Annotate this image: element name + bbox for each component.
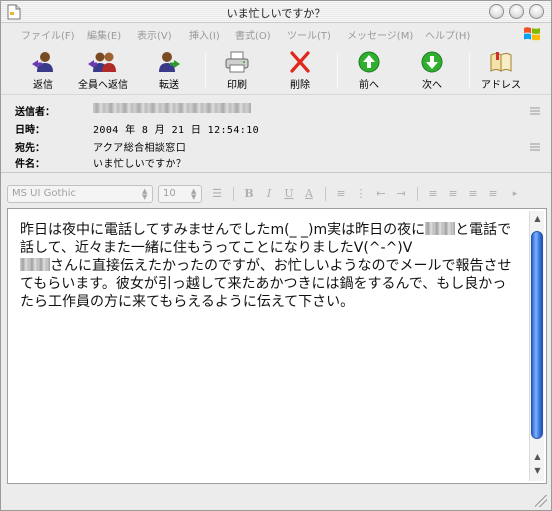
from-value-redacted xyxy=(93,103,251,114)
previous-button[interactable]: 前へ xyxy=(343,51,395,95)
address-label: アドレス xyxy=(481,80,521,91)
underline-icon[interactable]: U xyxy=(281,187,297,201)
mail-window: いま忙しいですか？ ファイル(F) 編集(E) 表示(V) 挿入(I) 書式(O… xyxy=(0,0,552,511)
printer-icon xyxy=(225,51,249,73)
reply-icon xyxy=(32,52,53,72)
reply-all-icon xyxy=(88,52,116,72)
subject-value: いま忙しいですか？ xyxy=(93,159,187,170)
windows-logo-icon xyxy=(524,27,540,41)
forward-label: 転送 xyxy=(159,80,179,91)
toolbar-divider xyxy=(337,53,338,89)
print-label: 印刷 xyxy=(227,80,247,91)
italic-icon[interactable]: I xyxy=(261,187,277,201)
status-bar xyxy=(1,487,551,510)
reply-label: 返信 xyxy=(33,80,53,91)
toolbar-divider xyxy=(205,53,206,89)
date-row: 日時： 2004 年 8 月 21 日 12:54:10 xyxy=(1,121,551,137)
redacted-name xyxy=(20,258,50,271)
format-divider xyxy=(233,187,234,201)
stepper-icon: ▲ ▼ xyxy=(142,187,148,201)
align-right-icon[interactable]: ≡ xyxy=(465,187,481,201)
message-text: 昨日は夜中に電話してすみませんでしたm(_ _)m実は昨日の夜に と電話で話して、… xyxy=(20,221,518,311)
stepper-icon: ▲ ▼ xyxy=(191,187,197,201)
menu-help[interactable]: ヘルプ(H) xyxy=(425,27,470,42)
vertical-scrollbar[interactable]: ▲ ▲ ▼ xyxy=(529,211,544,481)
menu-format[interactable]: 書式(O) xyxy=(235,27,271,42)
menu-file[interactable]: ファイル(F) xyxy=(21,27,75,42)
menu-message[interactable]: メッセージ(M) xyxy=(347,27,413,42)
expand-icon[interactable] xyxy=(529,142,541,152)
to-value: アクア総合相談窓口 xyxy=(93,143,187,154)
scroll-up-arrow-icon[interactable]: ▲ xyxy=(532,213,543,225)
scroll-down-arrow-icon[interactable]: ▼ xyxy=(532,465,543,477)
forward-icon xyxy=(159,52,180,72)
subject-label: 件名： xyxy=(15,159,45,170)
menu-edit[interactable]: 編集(E) xyxy=(87,27,121,42)
reply-button[interactable]: 返信 xyxy=(17,51,69,95)
subject-row: 件名： いま忙しいですか？ xyxy=(1,155,551,171)
close-button[interactable] xyxy=(529,4,544,19)
from-label: 送信者： xyxy=(15,107,55,118)
align-center-icon[interactable]: ≡ xyxy=(445,187,461,201)
toolbar: 返信 全員へ返信 転送 印刷 削除 前へ 次へ アドレス xyxy=(1,45,551,95)
next-label: 次へ xyxy=(422,80,442,91)
scroll-up-arrow-icon[interactable]: ▲ xyxy=(532,451,543,463)
forward-button[interactable]: 転送 xyxy=(143,51,195,95)
font-size-value: 10 xyxy=(163,188,176,199)
bold-icon[interactable]: B xyxy=(241,187,257,201)
title-bar: いま忙しいですか？ xyxy=(1,1,551,23)
toolbar-divider xyxy=(469,53,470,89)
menu-view[interactable]: 表示(V) xyxy=(137,27,172,42)
date-value: 2004 年 8 月 21 日 12:54:10 xyxy=(93,125,260,136)
from-row: 送信者： xyxy=(1,103,551,119)
message-headers: 送信者： 日時： 2004 年 8 月 21 日 12:54:10 宛先： アク… xyxy=(1,97,551,173)
arrow-down-icon xyxy=(421,51,443,73)
scroll-thumb[interactable] xyxy=(531,231,543,439)
address-book-icon xyxy=(490,52,512,72)
menu-tools[interactable]: ツール(T) xyxy=(287,27,331,42)
to-row: 宛先： アクア総合相談窓口 xyxy=(1,139,551,155)
font-select-value: MS UI Gothic xyxy=(12,188,77,199)
more-options-icon[interactable]: ▸ xyxy=(507,187,523,201)
message-body[interactable]: 昨日は夜中に電話してすみませんでしたm(_ _)m実は昨日の夜に と電話で話して、… xyxy=(7,208,547,484)
menu-insert[interactable]: 挿入(I) xyxy=(189,27,220,42)
minimize-button[interactable] xyxy=(489,4,504,19)
previous-label: 前へ xyxy=(359,80,379,91)
increase-indent-icon[interactable]: ⇥ xyxy=(393,187,409,201)
bullet-list-icon[interactable]: ⋮ xyxy=(353,187,369,201)
delete-label: 削除 xyxy=(290,80,310,91)
menu-bar: ファイル(F) 編集(E) 表示(V) 挿入(I) 書式(O) ツール(T) メ… xyxy=(1,23,551,43)
zoom-button[interactable] xyxy=(509,4,524,19)
date-label: 日時： xyxy=(15,125,45,136)
message-part-3: さんに直接伝えたかったのですが、お忙しいようなのでメールで報告させてもらいます。… xyxy=(20,258,512,310)
formatting-bar: MS UI Gothic ▲ ▼ 10 ▲ ▼ ☰ B I U A ≡ ⋮ ⇤ ⇥ … xyxy=(1,183,551,205)
justify-icon[interactable]: ≡ xyxy=(485,187,501,201)
window-title: いま忙しいですか？ xyxy=(226,7,326,20)
format-divider xyxy=(325,187,326,201)
numbered-list-icon[interactable]: ≡ xyxy=(333,187,349,201)
font-size-select[interactable]: 10 ▲ ▼ xyxy=(158,185,202,203)
reply-all-button[interactable]: 全員へ返信 xyxy=(77,51,129,95)
redacted-name xyxy=(425,222,456,235)
decrease-indent-icon[interactable]: ⇤ xyxy=(373,187,389,201)
message-part-1: 昨日は夜中に電話してすみませんでしたm(_ _)m実は昨日の夜に xyxy=(20,222,426,238)
delete-button[interactable]: 削除 xyxy=(274,51,326,95)
resize-grip-icon[interactable] xyxy=(535,495,547,507)
reply-all-label: 全員へ返信 xyxy=(78,80,128,91)
next-button[interactable]: 次へ xyxy=(406,51,458,95)
to-label: 宛先： xyxy=(15,143,45,154)
font-select[interactable]: MS UI Gothic ▲ ▼ xyxy=(7,185,153,203)
expand-icon[interactable] xyxy=(529,106,541,116)
arrow-up-icon xyxy=(358,51,380,73)
font-color-icon[interactable]: A xyxy=(301,187,317,201)
paragraph-style-icon[interactable]: ☰ xyxy=(209,187,225,201)
align-left-icon[interactable]: ≡ xyxy=(425,187,441,201)
address-book-button[interactable]: アドレス xyxy=(475,51,527,95)
delete-x-icon xyxy=(290,51,310,73)
print-button[interactable]: 印刷 xyxy=(211,51,263,95)
format-divider xyxy=(417,187,418,201)
